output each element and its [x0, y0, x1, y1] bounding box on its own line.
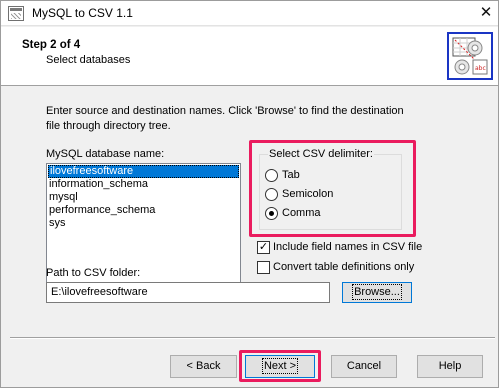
convert-definitions-checkbox[interactable]: Convert table definitions only [257, 260, 414, 274]
step-subtitle: Select databases [46, 54, 131, 66]
convert-definitions-check-box[interactable] [257, 260, 270, 274]
list-item[interactable]: sys [47, 217, 240, 230]
radio-semicolon-circle[interactable] [265, 187, 278, 201]
cancel-button-label: Cancel [346, 360, 382, 372]
app-icon [8, 6, 24, 21]
radio-semicolon[interactable]: Semicolon [265, 187, 333, 201]
instructions-text: Enter source and destination names. Clic… [46, 104, 406, 134]
help-button[interactable]: Help [417, 355, 483, 378]
wizard-logo-icon: abc [447, 32, 493, 80]
delimiter-group: Select CSV delimiter: Tab Semicolon Comm… [259, 148, 402, 230]
title-bar: MySQL to CSV 1.1 ✕ [1, 1, 498, 26]
path-label: Path to CSV folder: [46, 267, 141, 279]
list-item[interactable]: performance_schema [47, 204, 240, 217]
list-item[interactable]: information_schema [47, 178, 240, 191]
window-title: MySQL to CSV 1.1 [32, 6, 133, 20]
radio-comma[interactable]: Comma [265, 206, 321, 220]
path-input[interactable]: E:\ilovefreesoftware [46, 282, 330, 303]
back-button[interactable]: < Back [170, 355, 237, 378]
wizard-header: Step 2 of 4 Select databases [1, 27, 498, 86]
instructions-line-1: Enter source and destination names. Clic… [46, 105, 404, 117]
list-item[interactable]: ilovefreesoftware [48, 165, 239, 178]
step-title: Step 2 of 4 [22, 39, 81, 51]
database-list-label: MySQL database name: [46, 148, 165, 160]
include-field-names-checkbox[interactable]: ✓ Include field names in CSV file [257, 240, 422, 254]
back-button-label: < Back [186, 360, 221, 372]
database-listbox[interactable]: ilovefreesoftware information_schema mys… [46, 163, 241, 283]
next-highlight-box [239, 350, 321, 382]
close-icon[interactable]: ✕ [478, 5, 494, 21]
radio-semicolon-label: Semicolon [282, 188, 334, 200]
radio-tab[interactable]: Tab [265, 168, 300, 182]
help-button-label: Help [438, 360, 462, 372]
svg-text:abc: abc [475, 65, 486, 72]
cancel-button[interactable]: Cancel [331, 355, 397, 378]
radio-comma-circle[interactable] [265, 206, 278, 220]
browse-button[interactable]: Browse... [342, 282, 412, 303]
convert-definitions-label: Convert table definitions only [273, 261, 415, 273]
radio-tab-circle[interactable] [265, 168, 278, 182]
include-field-names-check-icon[interactable]: ✓ [257, 240, 270, 254]
wizard-window: MySQL to CSV 1.1 ✕ Step 2 of 4 Select da… [0, 0, 499, 388]
list-item[interactable]: mysql [47, 191, 240, 204]
browse-button-label: Browse... [352, 284, 402, 300]
radio-tab-label: Tab [282, 169, 300, 181]
delimiter-legend: Select CSV delimiter: [268, 148, 374, 160]
instructions-line-2: file through directory tree. [46, 120, 171, 132]
radio-comma-label: Comma [282, 207, 321, 219]
include-field-names-label: Include field names in CSV file [273, 241, 423, 253]
footer-separator [10, 337, 495, 339]
